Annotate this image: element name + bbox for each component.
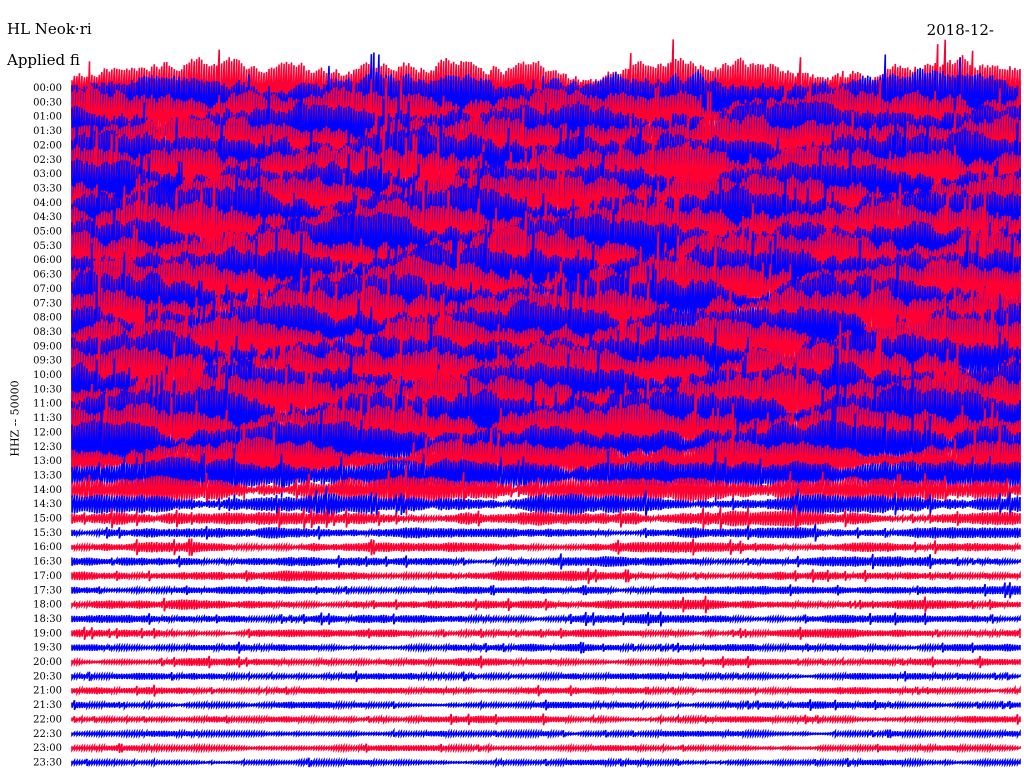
time-tick-label: 00:00 xyxy=(33,83,62,94)
time-tick-label: 09:00 xyxy=(33,341,62,352)
seismic-trace-row xyxy=(71,670,1021,683)
time-tick-label: 03:00 xyxy=(33,169,62,180)
time-tick-label: 14:30 xyxy=(33,499,62,510)
time-tick-label: 21:30 xyxy=(33,700,62,711)
time-tick-label: 23:30 xyxy=(33,757,62,768)
time-tick-label: 22:00 xyxy=(33,714,62,725)
time-tick-label: 16:00 xyxy=(33,542,62,553)
time-tick-label: 12:00 xyxy=(33,427,62,438)
time-tick-label: 05:00 xyxy=(33,227,62,238)
helicorder-plot: 00:00 00:30 01:00 01:30 02:00 02:30 03:00 03:30… xyxy=(33,39,1021,769)
time-tick-label: 12:30 xyxy=(33,442,62,453)
time-tick-label: 00:30 xyxy=(33,97,62,108)
time-tick-label: 05:30 xyxy=(33,241,62,252)
seismic-trace-row xyxy=(71,567,1021,584)
time-tick-label: 04:00 xyxy=(33,198,62,209)
time-tick-label: 19:30 xyxy=(33,643,62,654)
time-tick-label: 04:30 xyxy=(33,212,62,223)
time-tick-label: 13:30 xyxy=(33,470,62,481)
time-tick-label: 07:00 xyxy=(33,284,62,295)
time-tick-label: 15:00 xyxy=(33,514,62,525)
date-label: 2018-12- xyxy=(926,21,994,39)
filter-subtitle: Applied fi xyxy=(7,51,80,69)
time-tick-label: 06:30 xyxy=(33,270,62,281)
time-tick-label: 17:00 xyxy=(33,571,62,582)
seismic-trace-row xyxy=(71,756,1021,769)
seismic-trace-row xyxy=(71,538,1021,556)
time-tick-label: 09:30 xyxy=(33,356,62,367)
time-tick-label: 18:00 xyxy=(33,600,62,611)
time-tick-label: 20:30 xyxy=(33,671,62,682)
time-tick-label: 16:30 xyxy=(33,557,62,568)
time-tick-label: 07:30 xyxy=(33,298,62,309)
time-tick-label: 20:00 xyxy=(33,657,62,668)
time-tick-label: 19:00 xyxy=(33,628,62,639)
time-tick-label: 10:30 xyxy=(33,384,62,395)
seismic-trace-row xyxy=(71,742,1021,754)
seismic-trace-row xyxy=(71,524,1021,542)
seismic-trace-row xyxy=(71,727,1021,740)
seismic-trace-row xyxy=(71,595,1021,614)
time-tick-label: 08:00 xyxy=(33,313,62,324)
seismic-trace-row xyxy=(71,699,1021,712)
time-tick-label: 01:30 xyxy=(33,126,62,137)
time-tick-label: 14:00 xyxy=(33,485,62,496)
time-tick-label: 17:30 xyxy=(33,585,62,596)
channel-axis-label: HHZ -- 50000 xyxy=(8,380,22,457)
time-tick-label: 03:30 xyxy=(33,183,62,194)
seismic-trace-row xyxy=(71,713,1021,726)
time-tick-label: 13:00 xyxy=(33,456,62,467)
time-tick-label: 23:00 xyxy=(33,743,62,754)
time-tick-label: 11:30 xyxy=(33,413,62,424)
seismic-trace-row xyxy=(71,626,1021,640)
seismic-trace-row xyxy=(71,641,1021,654)
time-tick-label: 21:00 xyxy=(33,686,62,697)
time-tick-label: 08:30 xyxy=(33,327,62,338)
time-tick-label: 22:30 xyxy=(33,729,62,740)
seismic-trace-row xyxy=(71,553,1021,570)
station-title: HL Neok·ri xyxy=(7,20,92,38)
time-tick-label: 01:00 xyxy=(33,112,62,123)
seismic-trace-row xyxy=(71,684,1021,697)
time-tick-label: 10:00 xyxy=(33,370,62,381)
time-tick-label: 15:30 xyxy=(33,528,62,539)
seismic-trace-row xyxy=(71,582,1021,599)
seismic-trace-row xyxy=(71,611,1021,627)
time-tick-label: 02:00 xyxy=(33,140,62,151)
time-tick-label: 02:30 xyxy=(33,155,62,166)
time-tick-label: 06:00 xyxy=(33,255,62,266)
time-tick-label: 11:00 xyxy=(33,399,62,410)
helicorder-figure: 00:00 00:30 01:00 01:30 02:00 02:30 03:00 03:30… xyxy=(0,0,1024,780)
seismic-trace-row xyxy=(71,655,1021,669)
time-tick-label: 18:30 xyxy=(33,614,62,625)
